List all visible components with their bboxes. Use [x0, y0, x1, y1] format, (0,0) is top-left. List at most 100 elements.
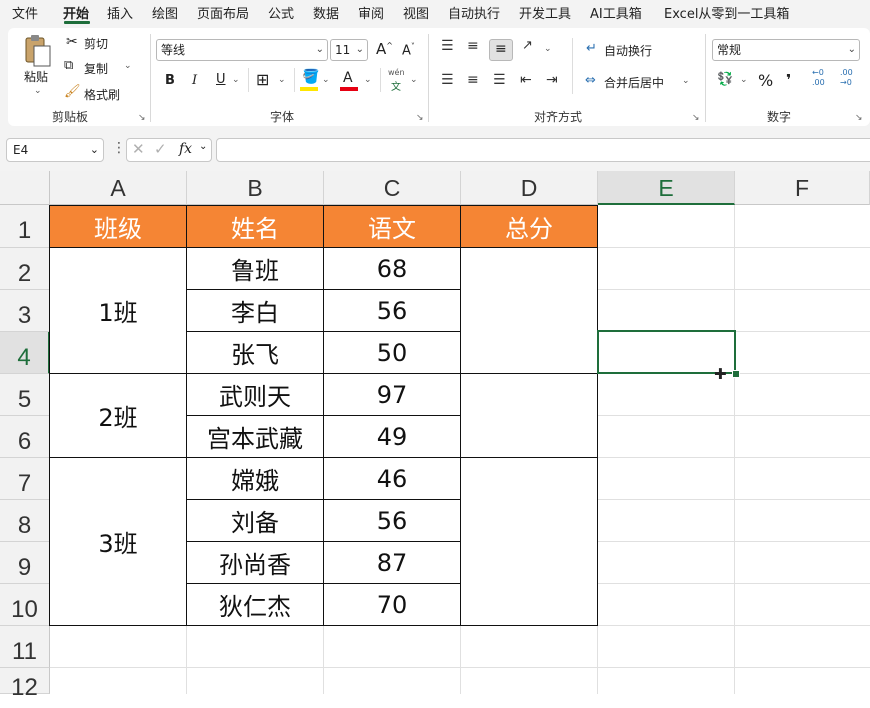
decrease-font-size-button[interactable]: A˅	[402, 42, 415, 58]
alignment-launcher-icon[interactable]: ↘	[692, 113, 700, 123]
name-box[interactable]: E4 ⌄	[6, 138, 104, 162]
merged-cell-total-1[interactable]	[460, 247, 598, 374]
cancel-icon[interactable]: ✕	[132, 140, 145, 158]
currency-format-icon[interactable]: 💱	[717, 72, 733, 87]
column-header-f[interactable]: F	[735, 171, 870, 205]
paste-icon[interactable]	[22, 34, 54, 68]
more-options-icon[interactable]: ⋮	[112, 140, 126, 156]
font-size-select[interactable]: 11 ⌄	[330, 39, 368, 61]
format-painter-button[interactable]: 格式刷	[84, 86, 120, 103]
column-header-b[interactable]: B	[187, 171, 324, 205]
tab-review[interactable]: 审阅	[358, 3, 384, 22]
tab-home[interactable]: 开始	[63, 3, 89, 22]
align-middle-icon[interactable]: ≡	[467, 38, 479, 54]
score-cell[interactable]: 49	[323, 415, 461, 458]
wrap-text-button[interactable]: 自动换行	[604, 42, 652, 59]
font-color-dropdown-icon[interactable]: ⌄	[364, 75, 372, 85]
paintbrush-icon[interactable]: 🖌	[64, 84, 81, 99]
score-cell[interactable]: 50	[323, 331, 461, 374]
wrap-text-icon[interactable]: ↵	[586, 41, 597, 56]
borders-dropdown-icon[interactable]: ⌄	[278, 75, 286, 85]
merged-cell-total-2[interactable]	[460, 373, 598, 458]
italic-button[interactable]: I	[192, 73, 197, 88]
tab-draw[interactable]: 绘图	[152, 3, 178, 22]
column-header-a[interactable]: A	[50, 171, 187, 205]
tab-view[interactable]: 视图	[403, 3, 429, 22]
paste-label[interactable]: 粘贴	[24, 68, 48, 85]
merged-cell-class-1[interactable]: 1班	[49, 247, 187, 374]
align-top-icon[interactable]: ☰	[441, 38, 454, 54]
borders-icon[interactable]: ⊞	[256, 70, 269, 89]
tab-data[interactable]: 数据	[313, 3, 339, 22]
column-header-e[interactable]: E	[598, 171, 735, 205]
name-cell[interactable]: 李白	[186, 289, 324, 332]
paste-dropdown-icon[interactable]: ⌄	[34, 86, 42, 96]
score-cell[interactable]: 87	[323, 541, 461, 584]
select-all-corner[interactable]	[0, 171, 50, 205]
column-header-d[interactable]: D	[461, 171, 598, 205]
name-cell[interactable]: 嫦娥	[186, 457, 324, 500]
row-header-2[interactable]: 2	[0, 248, 50, 290]
align-bottom-button[interactable]: ≡	[489, 39, 513, 61]
increase-decimal-button[interactable]: ←0.00	[812, 68, 834, 92]
score-cell[interactable]: 56	[323, 289, 461, 332]
score-cell[interactable]: 56	[323, 499, 461, 542]
row-header-4[interactable]: 4	[0, 332, 50, 374]
row-header-1[interactable]: 1	[0, 205, 50, 248]
header-cell-total[interactable]: 总分	[460, 205, 598, 248]
orientation-dropdown-icon[interactable]: ⌄	[544, 44, 552, 54]
row-header-9[interactable]: 9	[0, 542, 50, 584]
score-cell[interactable]: 97	[323, 373, 461, 416]
merged-cell-class-3[interactable]: 3班	[49, 457, 187, 626]
merged-cell-total-3[interactable]	[460, 457, 598, 626]
fill-color-dropdown-icon[interactable]: ⌄	[322, 75, 330, 85]
row-header-7[interactable]: 7	[0, 458, 50, 500]
fill-handle[interactable]	[732, 370, 740, 378]
text-orientation-icon[interactable]: ↗	[522, 38, 533, 53]
copy-icon[interactable]: ⧉	[64, 58, 73, 73]
tab-automate[interactable]: 自动执行	[448, 3, 500, 22]
increase-indent-icon[interactable]: ⇥	[546, 72, 558, 88]
row-header-6[interactable]: 6	[0, 416, 50, 458]
score-cell[interactable]: 68	[323, 247, 461, 290]
cut-button[interactable]: 剪切	[84, 35, 108, 52]
name-cell[interactable]: 孙尚香	[186, 541, 324, 584]
header-cell-class[interactable]: 班级	[49, 205, 187, 248]
bold-button[interactable]: B	[165, 73, 175, 88]
copy-dropdown-icon[interactable]: ⌄	[124, 61, 132, 71]
name-cell[interactable]: 张飞	[186, 331, 324, 374]
row-header-8[interactable]: 8	[0, 500, 50, 542]
merge-center-icon[interactable]: ⇔	[585, 73, 596, 88]
phonetic-dropdown-icon[interactable]: ⌄	[410, 75, 418, 85]
insert-function-button[interactable]: fx	[179, 141, 192, 157]
row-header-11[interactable]: 11	[0, 626, 50, 668]
row-header-5[interactable]: 5	[0, 374, 50, 416]
column-header-c[interactable]: C	[324, 171, 461, 205]
tab-ai-toolbox[interactable]: AI工具箱	[590, 3, 642, 22]
font-name-select[interactable]: 等线 ⌄	[156, 39, 328, 61]
align-center-icon[interactable]: ≡	[467, 72, 479, 88]
chevron-down-icon[interactable]: ⌄	[199, 141, 207, 152]
tab-developer[interactable]: 开发工具	[519, 3, 571, 22]
clipboard-launcher-icon[interactable]: ↘	[138, 113, 146, 123]
tab-excel-toolbox[interactable]: Excel从零到一工具箱	[664, 3, 789, 22]
merged-cell-class-2[interactable]: 2班	[49, 373, 187, 458]
font-launcher-icon[interactable]: ↘	[416, 113, 424, 123]
name-cell[interactable]: 鲁班	[186, 247, 324, 290]
decrease-decimal-button[interactable]: .00 →0	[840, 68, 862, 92]
row-header-10[interactable]: 10	[0, 584, 50, 626]
align-right-icon[interactable]: ☰	[493, 72, 506, 88]
scissors-icon[interactable]: ✂	[66, 34, 78, 50]
font-color-button[interactable]: A	[343, 70, 353, 86]
align-left-icon[interactable]: ☰	[441, 72, 454, 88]
name-cell[interactable]: 武则天	[186, 373, 324, 416]
header-cell-name[interactable]: 姓名	[186, 205, 324, 248]
copy-button[interactable]: 复制	[84, 60, 108, 77]
number-format-select[interactable]: 常规 ⌄	[712, 39, 860, 61]
header-cell-chinese[interactable]: 语文	[323, 205, 461, 248]
increase-font-size-button[interactable]: A^	[376, 40, 393, 58]
decrease-indent-icon[interactable]: ⇤	[520, 72, 532, 88]
tab-page-layout[interactable]: 页面布局	[197, 3, 249, 22]
row-header-3[interactable]: 3	[0, 290, 50, 332]
percent-style-button[interactable]: %	[758, 71, 773, 90]
